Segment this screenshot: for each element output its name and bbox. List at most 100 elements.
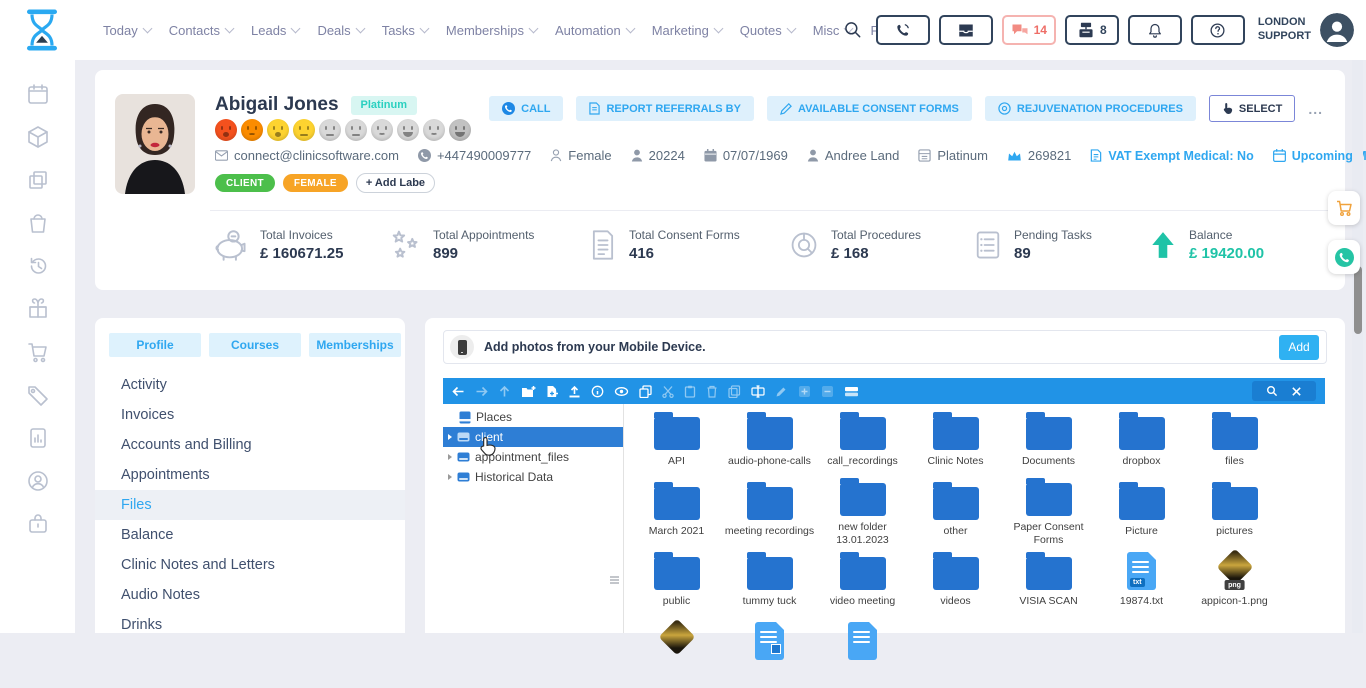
tree-item-client[interactable]: client (443, 427, 623, 447)
copies-icon[interactable] (26, 168, 50, 192)
mood-face-icon[interactable] (293, 119, 315, 141)
call-floating-button[interactable] (1328, 240, 1360, 274)
call-button[interactable]: CALL (489, 96, 563, 121)
nav-item-tasks[interactable]: Tasks (382, 23, 428, 38)
file-item[interactable]: txt19874.txt (1095, 548, 1188, 618)
inbox-button[interactable] (939, 15, 993, 45)
cart-floating-button[interactable] (1328, 191, 1360, 225)
nav-item-leads[interactable]: Leads (251, 23, 299, 38)
menu-item-appointments[interactable]: Appointments (95, 460, 405, 490)
file-item[interactable]: meeting recordings (723, 478, 816, 548)
rename-icon[interactable] (751, 385, 765, 398)
clinicsoftware-logo[interactable] (22, 8, 62, 52)
report-referrals-button[interactable]: REPORT REFERRALS BY (576, 96, 753, 121)
edit-pencil-icon[interactable] (775, 385, 788, 398)
menu-item-clinic-notes[interactable]: Clinic Notes and Letters (95, 550, 405, 580)
up-icon[interactable] (498, 385, 511, 398)
add-button[interactable]: Add (1279, 335, 1319, 360)
chat-button[interactable]: 14 (1002, 15, 1056, 45)
user-avatar[interactable] (1320, 13, 1354, 47)
tag-icon[interactable] (26, 383, 50, 407)
duplicate-icon[interactable] (728, 385, 741, 398)
shopping-bag-icon[interactable] (26, 211, 50, 235)
history-icon[interactable] (26, 254, 50, 278)
menu-item-files[interactable]: Files (95, 490, 405, 520)
nav-item-quotes[interactable]: Quotes (740, 23, 795, 38)
upload-icon[interactable] (568, 385, 581, 398)
user-clock-icon[interactable] (26, 469, 50, 493)
file-item[interactable]: videos (909, 548, 1002, 618)
file-item[interactable]: files (1188, 408, 1281, 478)
tree-item-appointment-files[interactable]: appointment_files (443, 447, 623, 467)
file-item[interactable] (816, 618, 909, 688)
report-icon[interactable] (26, 426, 50, 450)
tab-memberships[interactable]: Memberships (309, 333, 401, 357)
more-actions-button[interactable]: ... (1308, 101, 1323, 117)
back-icon[interactable] (452, 385, 465, 398)
menu-item-drinks[interactable]: Drinks (95, 610, 405, 633)
select-button[interactable]: SELECT (1209, 95, 1295, 122)
tab-courses[interactable]: Courses (209, 333, 301, 357)
file-item[interactable]: VISIA SCAN (1002, 548, 1095, 618)
file-item[interactable]: March 2021 (630, 478, 723, 548)
menu-item-balance[interactable]: Balance (95, 520, 405, 550)
mood-face-icon[interactable] (267, 119, 289, 141)
view-mode-icon[interactable] (844, 385, 859, 398)
collapse-icon[interactable] (821, 385, 834, 398)
file-item[interactable]: Picture (1095, 478, 1188, 548)
cart-icon[interactable] (26, 340, 50, 364)
file-item[interactable]: Paper Consent Forms (1002, 478, 1095, 548)
consent-forms-button[interactable]: AVAILABLE CONSENT FORMS (767, 96, 972, 121)
mood-face-icon[interactable] (319, 119, 341, 141)
expand-icon[interactable] (798, 385, 811, 398)
search-icon[interactable] (843, 20, 863, 40)
menu-item-audio-notes[interactable]: Audio Notes (95, 580, 405, 610)
tree-resize-handle-icon[interactable] (610, 576, 619, 578)
nav-item-deals[interactable]: Deals (317, 23, 363, 38)
help-button[interactable] (1191, 15, 1245, 45)
file-item[interactable]: public (630, 548, 723, 618)
vat-status-link[interactable]: VAT Exempt Medical: No (1090, 149, 1253, 163)
gift-icon[interactable] (26, 297, 50, 321)
delete-icon[interactable] (706, 385, 718, 398)
file-item[interactable]: other (909, 478, 1002, 548)
package-icon[interactable] (26, 125, 50, 149)
nav-item-marketing[interactable]: Marketing (652, 23, 722, 38)
new-file-icon[interactable] (546, 385, 558, 398)
file-item[interactable]: API (630, 408, 723, 478)
menu-item-accounts-and-billing[interactable]: Accounts and Billing (95, 430, 405, 460)
file-item[interactable] (630, 618, 723, 688)
mood-face-icon[interactable] (241, 119, 263, 141)
file-item[interactable]: pngappicon-1.png (1188, 548, 1281, 618)
file-item[interactable]: pictures (1188, 478, 1281, 548)
menu-item-invoices[interactable]: Invoices (95, 400, 405, 430)
file-item[interactable]: video meeting (816, 548, 909, 618)
notifications-button[interactable] (1128, 15, 1182, 45)
tab-profile[interactable]: Profile (109, 333, 201, 357)
new-folder-icon[interactable] (521, 385, 536, 398)
mood-face-icon[interactable] (397, 119, 419, 141)
page-scrollbar-thumb[interactable] (1354, 266, 1362, 334)
preview-icon[interactable] (614, 385, 629, 398)
add-label-button[interactable]: + Add Labe (356, 173, 435, 193)
file-item[interactable]: audio-phone-calls (723, 408, 816, 478)
file-item[interactable]: new folder 13.01.2023 (816, 478, 909, 548)
calendar-icon[interactable] (26, 82, 50, 106)
file-item[interactable]: call_recordings (816, 408, 909, 478)
file-item[interactable]: tummy tuck (723, 548, 816, 618)
copy-icon[interactable] (639, 385, 652, 398)
file-item[interactable]: Documents (1002, 408, 1095, 478)
nav-item-today[interactable]: Today (103, 23, 151, 38)
nav-item-memberships[interactable]: Memberships (446, 23, 537, 38)
cut-icon[interactable] (662, 385, 674, 398)
file-item[interactable]: Clinic Notes (909, 408, 1002, 478)
tree-item-historical-data[interactable]: Historical Data (443, 467, 623, 487)
paste-icon[interactable] (684, 385, 696, 398)
menu-item-activity[interactable]: Activity (95, 370, 405, 400)
file-item[interactable] (723, 618, 816, 688)
mood-face-icon[interactable] (345, 119, 367, 141)
file-search-box[interactable] (1252, 381, 1316, 401)
info-icon[interactable] (591, 385, 604, 398)
briefcase-icon[interactable] (26, 512, 50, 536)
file-item[interactable]: dropbox (1095, 408, 1188, 478)
